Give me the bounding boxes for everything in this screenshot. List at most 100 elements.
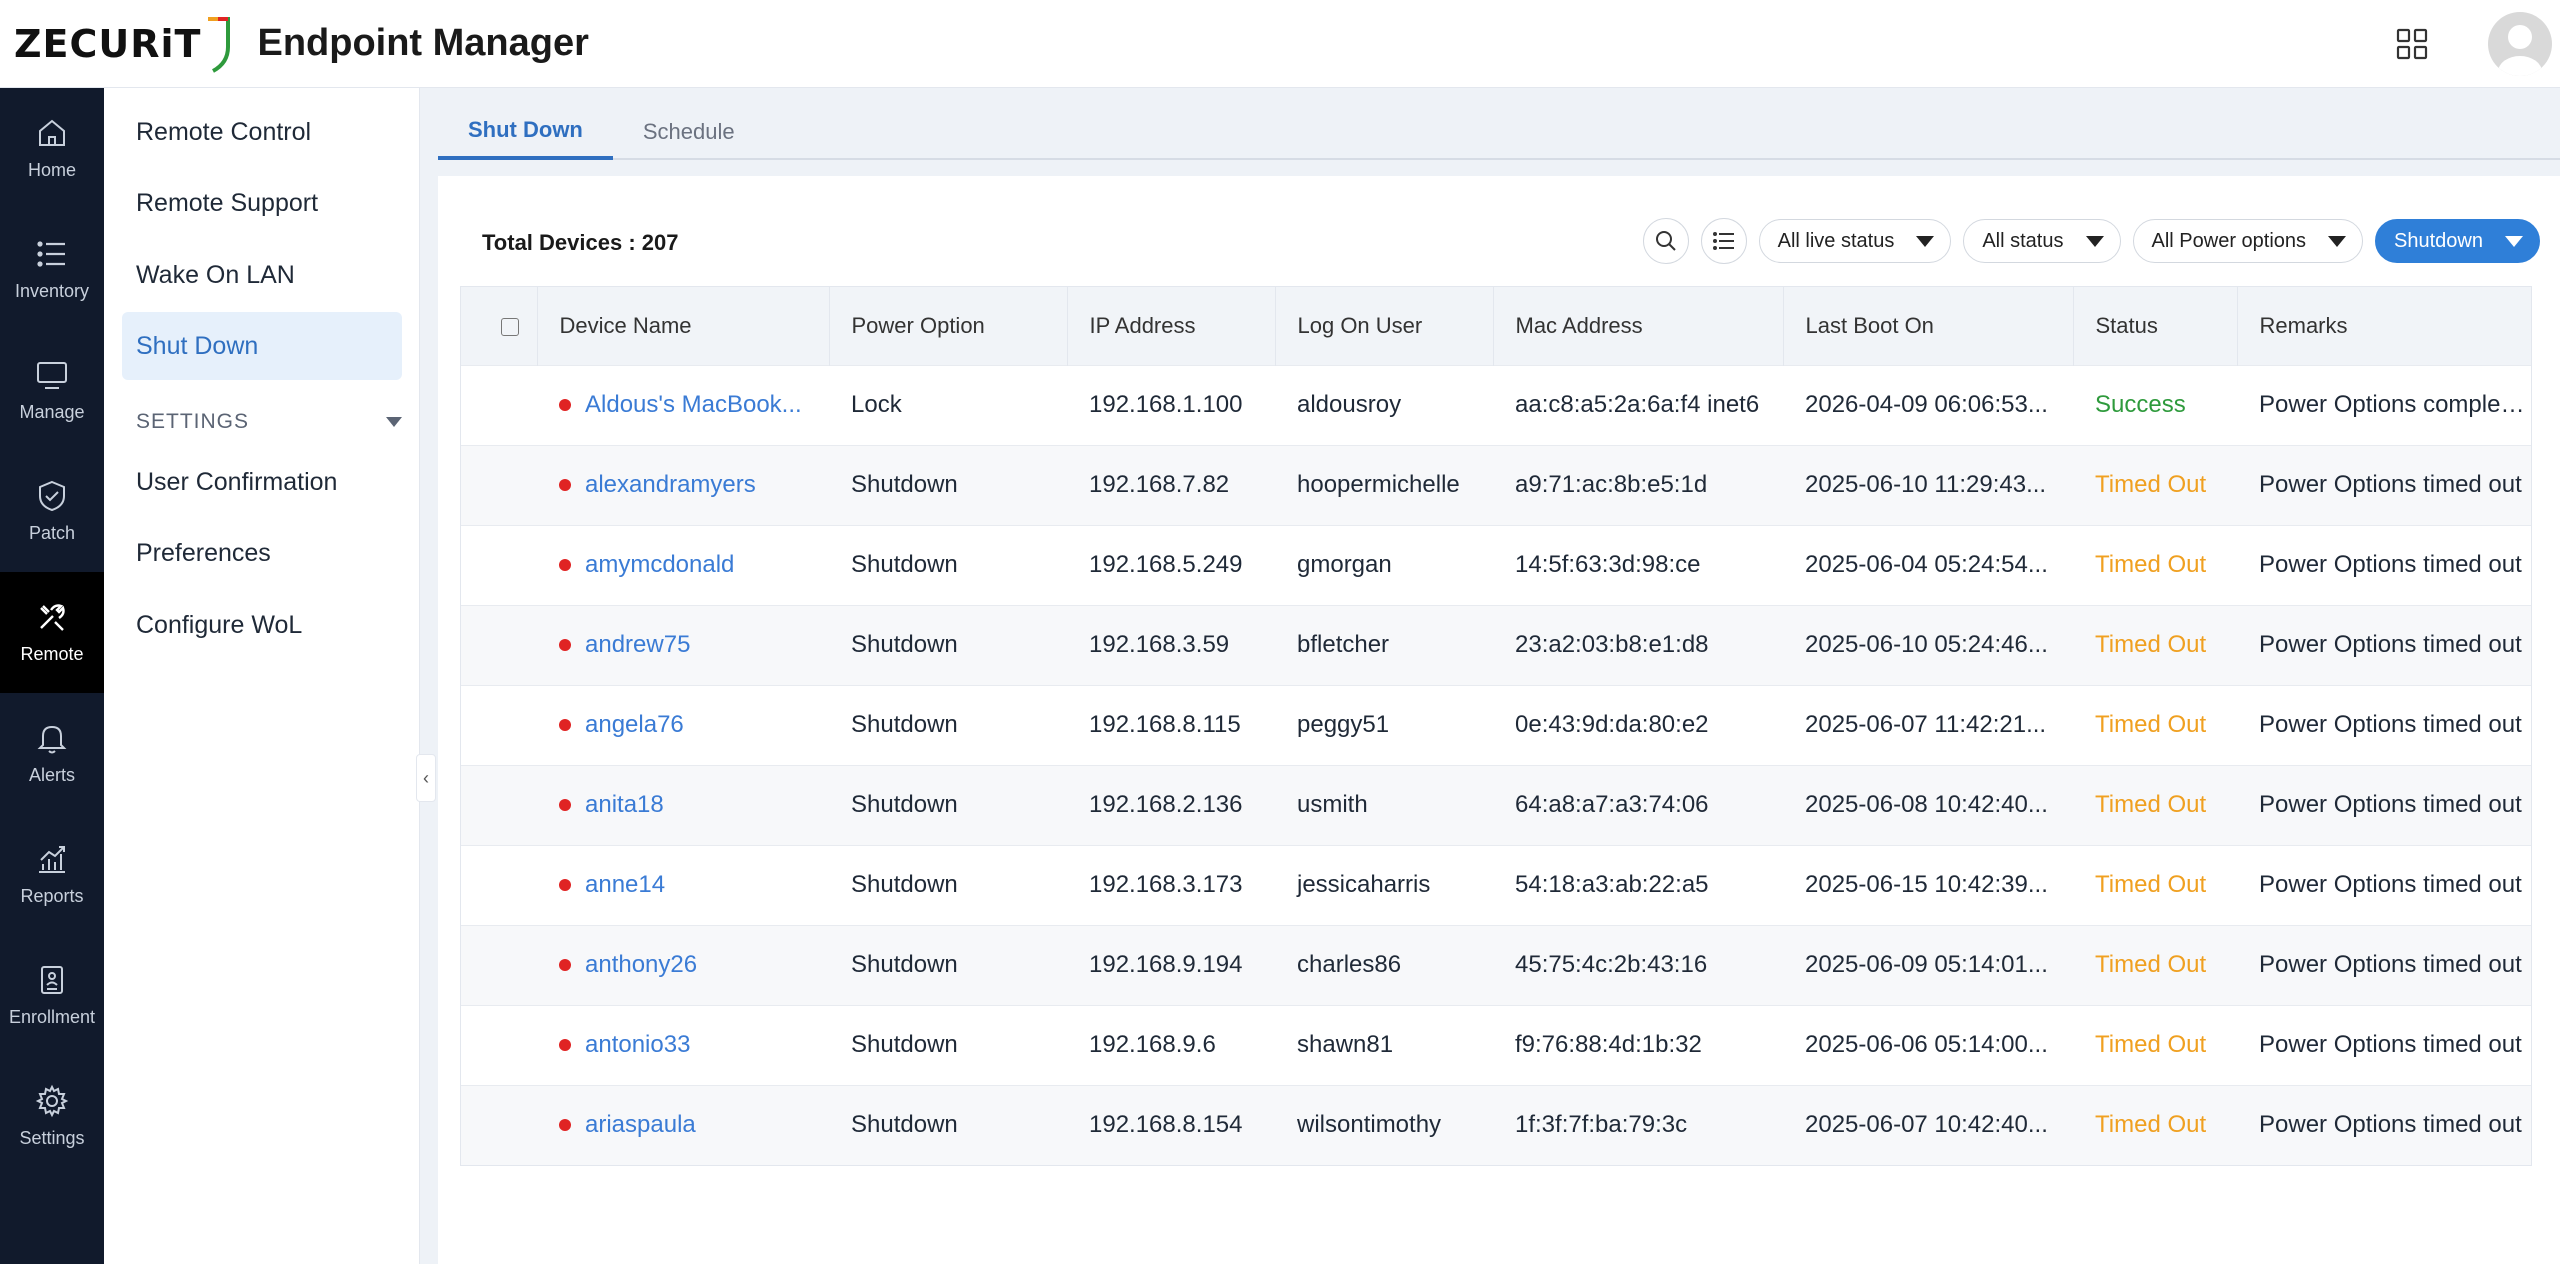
ip-address-cell: 192.168.2.136 xyxy=(1089,791,1243,818)
table-row[interactable]: angela76 Shutdown 192.168.8.115 peggy51 0e:4… xyxy=(461,685,2531,765)
table-row[interactable]: amymcdonald Shutdown 192.168.5.249 gmorgan 1… xyxy=(461,525,2531,605)
table-row[interactable]: alexandramyers Shutdown 192.168.7.82 hooper… xyxy=(461,445,2531,525)
mac-address-cell: a9:71:ac:8b:e5:1d xyxy=(1515,471,1708,498)
ip-address-cell: 192.168.9.6 xyxy=(1089,1031,1216,1058)
column-header[interactable]: Log On User xyxy=(1275,287,1494,365)
column-header[interactable]: Status xyxy=(2073,287,2238,365)
bell-icon xyxy=(37,725,67,754)
device-name-cell: angela76 xyxy=(537,685,829,765)
subnav-wake-on-lan[interactable]: Wake On LAN xyxy=(122,241,402,309)
ip-address-cell: 192.168.5.249 xyxy=(1089,551,1243,578)
device-name-link[interactable]: ariaspaula xyxy=(585,1111,696,1139)
row-checkbox-cell xyxy=(461,525,537,605)
last-boot-cell: 2025-06-08 10:42:40... xyxy=(1805,791,2048,818)
nav-home[interactable]: Home xyxy=(0,88,104,209)
collapse-sidebar-button[interactable]: ‹ xyxy=(416,754,436,802)
power-options-filter[interactable]: All Power options xyxy=(2132,219,2364,263)
table-row[interactable]: anne14 Shutdown 192.168.3.173 jessicaharris… xyxy=(461,845,2531,925)
device-name-cell: andrew75 xyxy=(537,605,829,685)
apps-grid-icon[interactable] xyxy=(2390,22,2434,66)
user-avatar[interactable] xyxy=(2488,12,2552,76)
column-header[interactable]: Last Boot On xyxy=(1783,287,2074,365)
device-name-link[interactable]: alexandramyers xyxy=(585,471,756,499)
logon-user-cell: wilsontimothy xyxy=(1297,1111,1442,1139)
mac-address-cell: 14:5f:63:3d:98:ce xyxy=(1515,551,1701,578)
remarks-cell: Power Options completed xyxy=(2259,391,2531,418)
caret-down-icon xyxy=(2085,235,2104,247)
power-option-cell: Shutdown xyxy=(851,551,958,578)
device-name-link[interactable]: angela76 xyxy=(585,711,684,739)
settings-section-toggle[interactable]: SETTINGS xyxy=(136,410,402,434)
table-row[interactable]: andrew75 Shutdown 192.168.3.59 bfletcher 23:… xyxy=(461,605,2531,685)
column-header[interactable]: Power Option xyxy=(829,287,1068,365)
last-boot-cell: 2025-06-04 05:24:54... xyxy=(1805,551,2048,578)
subnav-remote-support[interactable]: Remote Support xyxy=(122,169,402,237)
document-icon xyxy=(41,966,63,994)
device-name-link[interactable]: antonio33 xyxy=(585,1031,690,1059)
subnav-configure-wol[interactable]: Configure WoL xyxy=(122,591,402,659)
zecurit-logo[interactable]: ZECURiT xyxy=(14,0,231,88)
last-boot-cell: 2025-06-15 10:42:39... xyxy=(1805,871,2048,898)
nav-patch[interactable]: Patch xyxy=(0,451,104,572)
settings-heading: SETTINGS xyxy=(136,410,250,433)
subnav-shut-down[interactable]: Shut Down xyxy=(122,312,402,380)
table-row[interactable]: ariaspaula Shutdown 192.168.8.154 wilsontim… xyxy=(461,1085,2531,1165)
list-icon xyxy=(1712,232,1734,250)
device-name-link[interactable]: amymcdonald xyxy=(585,551,734,579)
mac-address-cell: 23:a2:03:b8:e1:d8 xyxy=(1515,631,1709,658)
nav-enrollment[interactable]: Enrollment xyxy=(0,935,104,1056)
gear-icon xyxy=(35,1084,69,1118)
tab-shut-down[interactable]: Shut Down xyxy=(438,104,613,160)
subnav-preferences[interactable]: Preferences xyxy=(122,519,402,587)
table-row[interactable]: Aldous's MacBook... Lock 192.168.1.100 aldo… xyxy=(461,365,2531,445)
mac-address-cell: 45:75:4c:2b:43:16 xyxy=(1515,951,1708,978)
logon-user-cell: jessicaharris xyxy=(1297,871,1431,898)
mac-address-cell: 64:a8:a7:a3:74:06 xyxy=(1515,791,1709,818)
device-name-link[interactable]: andrew75 xyxy=(585,631,690,659)
column-header[interactable]: IP Address xyxy=(1067,287,1276,365)
live-status-filter[interactable]: All live status xyxy=(1758,219,1952,263)
device-name-link[interactable]: anne14 xyxy=(585,871,665,899)
subnav-remote-control[interactable]: Remote Control xyxy=(122,98,402,166)
tab-schedule[interactable]: Schedule xyxy=(613,104,765,160)
total-devices-count: Total Devices : 207 xyxy=(482,230,679,255)
chevron-left-icon: ‹ xyxy=(423,767,429,788)
table-row[interactable]: anthony26 Shutdown 192.168.9.194 charles86 4… xyxy=(461,925,2531,1005)
column-settings-button[interactable] xyxy=(1700,218,1747,264)
ip-address-cell: 192.168.9.194 xyxy=(1089,951,1243,978)
nav-settings[interactable]: Settings xyxy=(0,1056,104,1177)
column-header[interactable]: Mac Address xyxy=(1493,287,1784,365)
logo-text: ZECURiT xyxy=(14,21,202,66)
table-row[interactable]: anita18 Shutdown 192.168.2.136 usmith 64:a8:… xyxy=(461,765,2531,845)
column-header[interactable]: Remarks xyxy=(2237,287,2531,365)
status-filter[interactable]: All status xyxy=(1963,219,2121,263)
shutdown-action-label: Shutdown xyxy=(2394,229,2483,252)
nav-manage[interactable]: Manage xyxy=(0,330,104,451)
last-boot-cell: 2025-06-10 11:29:43... xyxy=(1805,471,2047,498)
select-all-checkbox[interactable] xyxy=(501,317,519,336)
shutdown-action-button[interactable]: Shutdown xyxy=(2375,219,2540,263)
row-checkbox-cell xyxy=(461,765,537,845)
nav-remote[interactable]: Remote xyxy=(0,572,104,693)
table-row[interactable]: antonio33 Shutdown 192.168.9.6 shawn81 f9:76… xyxy=(461,1005,2531,1085)
power-option-cell: Lock xyxy=(851,391,902,418)
nav-label: Settings xyxy=(19,1128,85,1148)
tools-icon xyxy=(40,604,65,631)
ip-address-cell: 192.168.8.115 xyxy=(1089,711,1241,738)
device-name-link[interactable]: anita18 xyxy=(585,791,664,819)
remarks-cell: Power Options timed out xyxy=(2259,1111,2522,1139)
subnav-user-confirmation[interactable]: User Confirmation xyxy=(122,448,402,516)
nav-reports[interactable]: Reports xyxy=(0,814,104,935)
device-name-link[interactable]: Aldous's MacBook... xyxy=(585,391,802,419)
row-checkbox-cell xyxy=(461,925,537,1005)
search-button[interactable] xyxy=(1642,218,1689,264)
remarks-cell: Power Options timed out xyxy=(2259,471,2522,498)
caret-down-icon xyxy=(386,417,402,427)
device-name-cell: anita18 xyxy=(537,765,829,845)
device-name-link[interactable]: anthony26 xyxy=(585,951,697,979)
nav-alerts[interactable]: Alerts xyxy=(0,693,104,814)
nav-inventory[interactable]: Inventory xyxy=(0,209,104,330)
column-header[interactable]: Device Name xyxy=(537,287,830,365)
top-header: ZECURiT Endpoint Manager xyxy=(0,0,2560,88)
row-checkbox-cell xyxy=(461,365,537,445)
